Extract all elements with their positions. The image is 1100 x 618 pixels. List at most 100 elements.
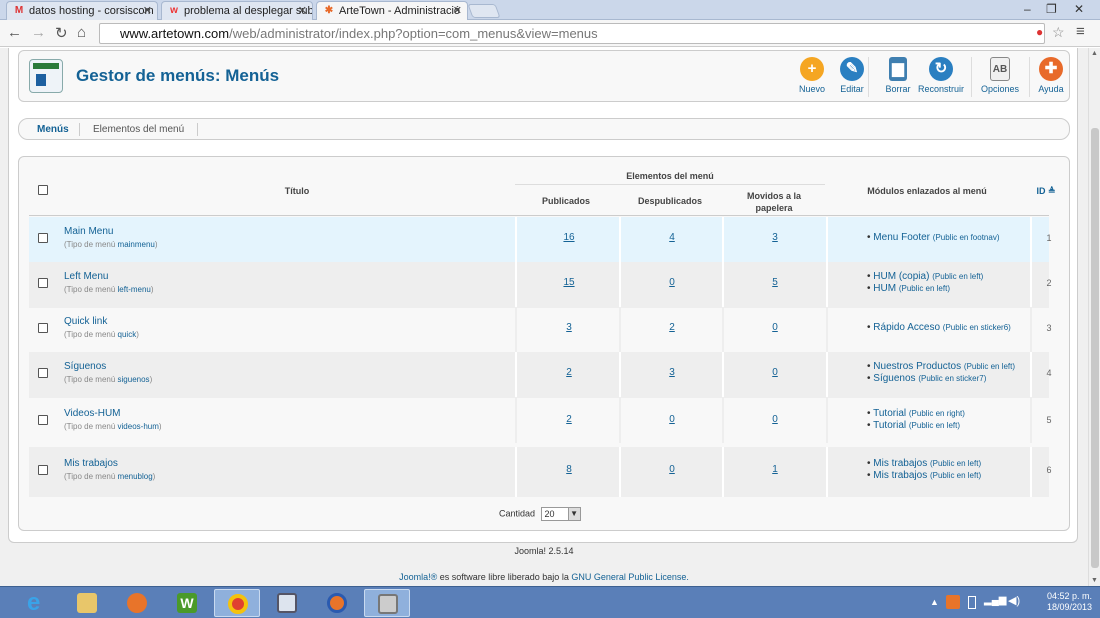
reload-icon[interactable]: ↻ — [55, 24, 68, 42]
submenu-tab-menus[interactable]: Menús — [37, 124, 69, 135]
scrollbar-thumb[interactable] — [1091, 128, 1099, 568]
battery-icon[interactable] — [968, 596, 976, 609]
list-item[interactable]: • Menu Footer (Public en footnav) — [867, 232, 999, 244]
linked-modules-list: • Rápido Acceso (Public en sticker6) — [867, 322, 1011, 334]
joomla-link[interactable]: Joomla!® — [399, 572, 437, 582]
options-icon: AB — [990, 57, 1010, 81]
unpublished-count-link[interactable]: 0 — [622, 414, 722, 425]
published-count-link[interactable]: 2 — [519, 414, 619, 425]
id-column-header[interactable]: ID ≜ — [1034, 186, 1058, 197]
select-all-checkbox[interactable] — [38, 185, 48, 195]
list-item[interactable]: • Síguenos (Public en sticker7) — [867, 373, 1015, 385]
volume-icon[interactable]: ◀) — [1008, 594, 1020, 607]
taskbar-app-print[interactable] — [364, 589, 410, 617]
url-input[interactable]: www.artetown.com/web/administrator/index… — [99, 23, 1045, 44]
browser-tab-gmail[interactable]: M datos hosting - corsiscom ✕ — [6, 1, 158, 20]
menu-title-link[interactable]: Síguenos — [64, 361, 106, 372]
row-checkbox[interactable] — [38, 278, 48, 288]
published-column-header[interactable]: Publicados — [515, 196, 617, 206]
title-column-header[interactable]: Título — [59, 186, 535, 196]
help-icon: ✚ — [1039, 57, 1063, 81]
trashed-column-header[interactable]: Movidos a la papelera — [739, 190, 809, 214]
trashed-count-link[interactable]: 0 — [725, 367, 825, 378]
rebuild-button[interactable]: ↻ Reconstruir — [915, 57, 967, 97]
tray-expand-icon[interactable]: ▲ — [930, 597, 939, 607]
list-item[interactable]: • Tutorial (Public en left) — [867, 420, 965, 432]
help-button[interactable]: ✚ Ayuda — [1029, 57, 1073, 97]
maximize-icon[interactable]: ❐ — [1046, 2, 1057, 16]
row-checkbox[interactable] — [38, 465, 48, 475]
published-count-link[interactable]: 16 — [519, 232, 619, 243]
published-count-link[interactable]: 2 — [519, 367, 619, 378]
back-icon[interactable]: ← — [7, 24, 22, 41]
new-tab-button[interactable] — [467, 4, 501, 18]
scroll-up-icon[interactable]: ▲ — [1091, 50, 1098, 57]
trashed-count-link[interactable]: 0 — [725, 322, 825, 333]
taskbar-app-orange[interactable] — [114, 589, 160, 617]
minimize-icon[interactable]: – — [1024, 2, 1031, 16]
menu-manager-logo-icon — [29, 59, 63, 93]
list-item[interactable]: • Rápido Acceso (Public en sticker6) — [867, 322, 1011, 334]
menu-title-link[interactable]: Left Menu — [64, 271, 108, 282]
row-checkbox[interactable] — [38, 233, 48, 243]
close-window-icon[interactable]: ✕ — [1074, 2, 1084, 16]
menu-title-link[interactable]: Videos-HUM — [64, 408, 121, 419]
unpublished-count-link[interactable]: 3 — [622, 367, 722, 378]
trashed-count-link[interactable]: 5 — [725, 277, 825, 288]
row-checkbox[interactable] — [38, 323, 48, 333]
taskbar-firefox[interactable] — [314, 589, 360, 617]
unpublished-count-link[interactable]: 0 — [622, 277, 722, 288]
close-tab-icon[interactable]: ✕ — [298, 4, 307, 17]
list-item[interactable]: • HUM (copia) (Public en left) — [867, 271, 983, 283]
forward-icon[interactable]: → — [31, 24, 46, 41]
table-row: Quick link (Tipo de menú quick) 3 2 0 • … — [29, 307, 1052, 353]
w-app-icon: W — [177, 593, 197, 613]
trashed-count-link[interactable]: 0 — [725, 414, 825, 425]
list-item[interactable]: • Tutorial (Public en right) — [867, 408, 965, 420]
scroll-down-icon[interactable]: ▼ — [1091, 577, 1098, 584]
linked-modules-list: • HUM (copia) (Public en left) • HUM (Pu… — [867, 271, 983, 295]
list-item[interactable]: • Mis trabajos (Public en left) — [867, 470, 981, 482]
taskbar-app-w[interactable]: W — [164, 589, 210, 617]
chrome-icon — [228, 594, 248, 614]
published-count-link[interactable]: 8 — [519, 464, 619, 475]
close-tab-icon[interactable]: ✕ — [143, 4, 152, 17]
list-item[interactable]: • HUM (Public en left) — [867, 283, 983, 295]
unpublished-column-header[interactable]: Despublicados — [619, 196, 721, 206]
unpublished-count-link[interactable]: 4 — [622, 232, 722, 243]
list-item[interactable]: • Nuestros Productos (Public en left) — [867, 361, 1015, 373]
home-icon[interactable]: ⌂ — [77, 24, 86, 41]
toolbar: Gestor de menús: Menús + Nuevo ✎ Editar … — [18, 50, 1070, 102]
network-icon[interactable]: ▂▄▆ — [984, 595, 1006, 606]
trashed-count-link[interactable]: 1 — [725, 464, 825, 475]
taskbar-app-monitor[interactable] — [264, 589, 310, 617]
menu-icon[interactable]: ≡ — [1076, 23, 1085, 40]
row-checkbox[interactable] — [38, 415, 48, 425]
page-scrollbar[interactable]: ▲ ▼ — [1088, 48, 1100, 586]
options-button[interactable]: AB Opciones — [976, 57, 1024, 97]
bookmark-star-icon[interactable]: ☆ — [1052, 24, 1065, 41]
browser-tab-artetown[interactable]: ✱ ArteTown - Administració ✕ — [316, 1, 468, 21]
published-count-link[interactable]: 15 — [519, 277, 619, 288]
row-checkbox[interactable] — [38, 368, 48, 378]
browser-tab-webnode[interactable]: w problema al desplegar sub ✕ — [161, 1, 313, 20]
submenu-tab-menu-items[interactable]: Elementos del menú — [93, 124, 184, 135]
limit-select[interactable]: 20 ▼ — [540, 507, 581, 521]
taskbar-explorer[interactable] — [64, 589, 110, 617]
taskbar-chrome[interactable] — [214, 589, 260, 617]
gpl-license-link[interactable]: GNU General Public License. — [571, 572, 689, 582]
taskbar-ie[interactable]: e — [14, 589, 60, 617]
unpublished-count-link[interactable]: 2 — [622, 322, 722, 333]
unpublished-count-link[interactable]: 0 — [622, 464, 722, 475]
menu-title-link[interactable]: Mis trabajos — [64, 458, 118, 469]
notification-icon[interactable]: ● — [1036, 25, 1043, 39]
published-count-link[interactable]: 3 — [519, 322, 619, 333]
tray-app-icon[interactable] — [946, 595, 960, 609]
menu-title-link[interactable]: Quick link — [64, 316, 107, 327]
tray-clock[interactable]: 04:52 p. m. 18/09/2013 — [1047, 591, 1092, 613]
list-item[interactable]: • Mis trabajos (Public en left) — [867, 458, 981, 470]
trashed-count-link[interactable]: 3 — [725, 232, 825, 243]
joomla-icon: ✱ — [324, 5, 334, 16]
menu-title-link[interactable]: Main Menu — [64, 226, 113, 237]
close-tab-icon[interactable]: ✕ — [453, 4, 462, 17]
